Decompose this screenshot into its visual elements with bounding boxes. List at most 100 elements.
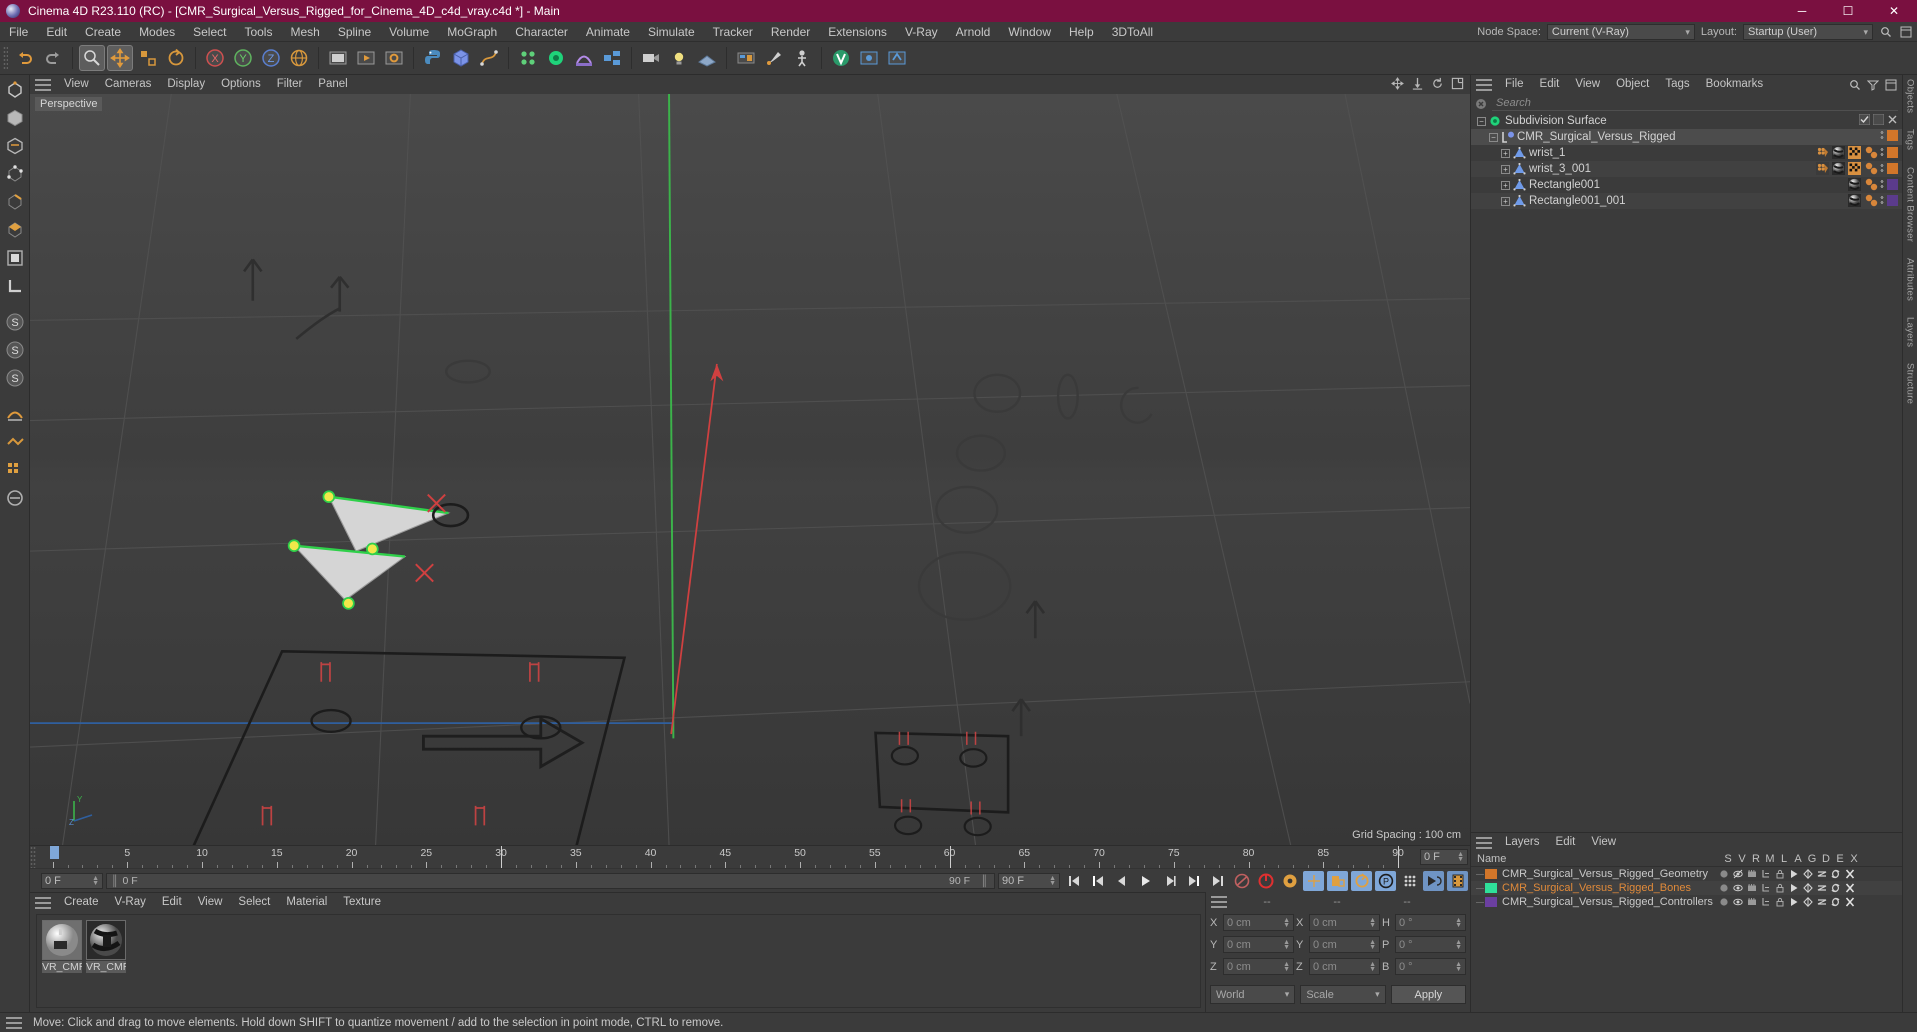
dolly-icon[interactable] <box>1411 77 1424 90</box>
current-frame-field[interactable]: 0 F ▲ ▼ <box>41 872 103 889</box>
layer-xref-icon[interactable] <box>1843 869 1857 879</box>
perspective-viewport[interactable]: Perspective Grid Spacing : 100 cm Y Z <box>30 94 1470 845</box>
timeline-mode-button[interactable] <box>1447 870 1468 891</box>
menu-item-mograph[interactable]: MoGraph <box>438 22 506 42</box>
layer-solo-icon[interactable] <box>1717 897 1731 907</box>
layer-row[interactable]: CMR_Surgical_Versus_Rigged_Geometry <box>1471 867 1902 881</box>
material-tag[interactable] <box>1832 146 1845 159</box>
minimize-button[interactable]: ─ <box>1779 0 1825 22</box>
pan-icon[interactable] <box>1391 77 1404 90</box>
texture-view-button[interactable] <box>733 45 759 71</box>
layer-visible-icon[interactable] <box>1731 883 1745 893</box>
right-tab-layers[interactable]: Layers <box>1905 317 1916 347</box>
layer-visible-icon[interactable] <box>1731 897 1745 907</box>
menu-item-3dtoall[interactable]: 3DToAll <box>1103 22 1162 42</box>
layers-menu-edit[interactable]: Edit <box>1548 833 1584 852</box>
layer-animation-icon[interactable] <box>1787 883 1801 893</box>
layers-menu-layers[interactable]: Layers <box>1497 833 1548 852</box>
rotate-view-icon[interactable] <box>1431 77 1444 90</box>
python-button[interactable] <box>420 45 446 71</box>
step-forward-button[interactable] <box>1159 871 1180 891</box>
menu-item-v-ray[interactable]: V-Ray <box>896 22 947 42</box>
layer-deformer-icon[interactable] <box>1815 883 1829 893</box>
layer-generator-icon[interactable] <box>1801 869 1815 879</box>
menu-item-mesh[interactable]: Mesh <box>281 22 328 42</box>
material-tag[interactable] <box>1832 162 1845 175</box>
object-tree[interactable]: − Subdivision Surface − CMR_Surgical_Versus… <box>1471 113 1902 832</box>
expand-toggle-icon[interactable]: − <box>1477 116 1486 126</box>
workplane-button[interactable] <box>2 401 28 427</box>
layer-color-swatch[interactable] <box>1887 147 1898 158</box>
layer-color-swatch[interactable] <box>1485 869 1497 879</box>
visibility-checkbox[interactable] <box>1859 114 1870 125</box>
layer-expression-icon[interactable] <box>1829 897 1843 907</box>
move-tool-button[interactable] <box>107 45 133 71</box>
timeline-ruler[interactable]: 051015202530354045505560657075808590 <box>36 846 1416 868</box>
point-mode-button[interactable] <box>2 161 28 187</box>
snap-s1-button[interactable]: S <box>2 309 28 335</box>
camera-button[interactable] <box>638 45 664 71</box>
coord-field-x-position[interactable]: 0 cm ▲ ▼ <box>1223 914 1294 931</box>
enable-toggle-icon[interactable] <box>1873 114 1884 125</box>
layer-lock-icon[interactable] <box>1773 883 1787 893</box>
close-button[interactable]: ✕ <box>1871 0 1917 22</box>
viewport-menu-filter[interactable]: Filter <box>269 75 311 94</box>
object-search-icon[interactable] <box>1849 79 1861 91</box>
coord-field-x-size[interactable]: 0 cm ▲ ▼ <box>1309 914 1380 931</box>
world-coordinate-button[interactable] <box>286 45 312 71</box>
lock-y-axis-button[interactable]: Y <box>230 45 256 71</box>
position-key-button[interactable] <box>1303 870 1324 891</box>
viewport-menu-icon[interactable] <box>35 78 51 91</box>
search-icon[interactable] <box>1879 25 1893 39</box>
lock-workplane-button[interactable] <box>2 273 28 299</box>
menu-item-extensions[interactable]: Extensions <box>819 22 896 42</box>
menu-item-simulate[interactable]: Simulate <box>639 22 704 42</box>
timeline-frame-field[interactable]: 0 F ▲ ▼ <box>1420 849 1468 865</box>
texture-mode-button[interactable] <box>2 133 28 159</box>
visibility-dots-icon[interactable] <box>1880 130 1884 141</box>
menu-item-arnold[interactable]: Arnold <box>947 22 1000 42</box>
layer-color-swatch[interactable] <box>1485 883 1497 893</box>
step-back-button[interactable] <box>1111 871 1132 891</box>
lock-x-axis-button[interactable]: X <box>202 45 228 71</box>
layer-lock-icon[interactable] <box>1773 869 1787 879</box>
menu-item-tools[interactable]: Tools <box>235 22 281 42</box>
material-menu-v-ray[interactable]: V-Ray <box>107 893 154 912</box>
coordinates-menu-icon[interactable] <box>1211 895 1227 908</box>
apply-button[interactable]: Apply <box>1390 985 1466 1004</box>
expand-toggle-icon[interactable]: + <box>1501 164 1510 174</box>
viewport-menu-cameras[interactable]: Cameras <box>97 75 160 94</box>
layer-solo-icon[interactable] <box>1717 869 1731 879</box>
cube-primitive-button[interactable] <box>448 45 474 71</box>
visibility-dots-icon[interactable] <box>1880 163 1884 174</box>
edge-mode-button[interactable] <box>2 189 28 215</box>
layer-color-swatch[interactable] <box>1887 195 1898 206</box>
grid-snap-button[interactable] <box>2 457 28 483</box>
viewport-menu-view[interactable]: View <box>56 75 97 94</box>
layer-visible-icon[interactable] <box>1731 869 1745 879</box>
coord-field-y-position[interactable]: 0 cm ▲ ▼ <box>1223 936 1294 953</box>
spinner-icon[interactable]: ▲ ▼ <box>1369 961 1376 973</box>
redo-button[interactable] <box>40 45 66 71</box>
layers-list[interactable]: CMR_Surgical_Versus_Rigged_Geometry CMR_S… <box>1471 867 1902 909</box>
render-region-button[interactable] <box>353 45 379 71</box>
toolbar-grip[interactable] <box>3 46 8 70</box>
object-row[interactable]: + Rectangle001 <box>1471 177 1902 193</box>
paint-tool-button[interactable] <box>761 45 787 71</box>
deformer-button[interactable] <box>571 45 597 71</box>
mograph-button[interactable] <box>515 45 541 71</box>
texture-tag[interactable] <box>1848 162 1861 175</box>
render-view-button[interactable] <box>325 45 351 71</box>
layer-color-swatch[interactable] <box>1887 179 1898 190</box>
spinner-icon[interactable]: ▲ ▼ <box>92 875 99 887</box>
maximize-button[interactable]: ☐ <box>1825 0 1871 22</box>
coord-field-z-size[interactable]: 0 cm ▲ ▼ <box>1309 958 1380 975</box>
coord-space-dropdown[interactable]: World ▾ <box>1210 985 1296 1004</box>
object-row[interactable]: − Subdivision Surface <box>1471 113 1902 129</box>
right-tab-objects[interactable]: Objects <box>1905 79 1916 113</box>
lock-z-axis-button[interactable]: Z <box>258 45 284 71</box>
polygon-mode-button[interactable] <box>2 217 28 243</box>
enable-axis-button[interactable] <box>2 245 28 271</box>
scale-tool-button[interactable] <box>135 45 161 71</box>
coord-field-b-rotation[interactable]: 0 ° ▲ ▼ <box>1395 958 1466 975</box>
